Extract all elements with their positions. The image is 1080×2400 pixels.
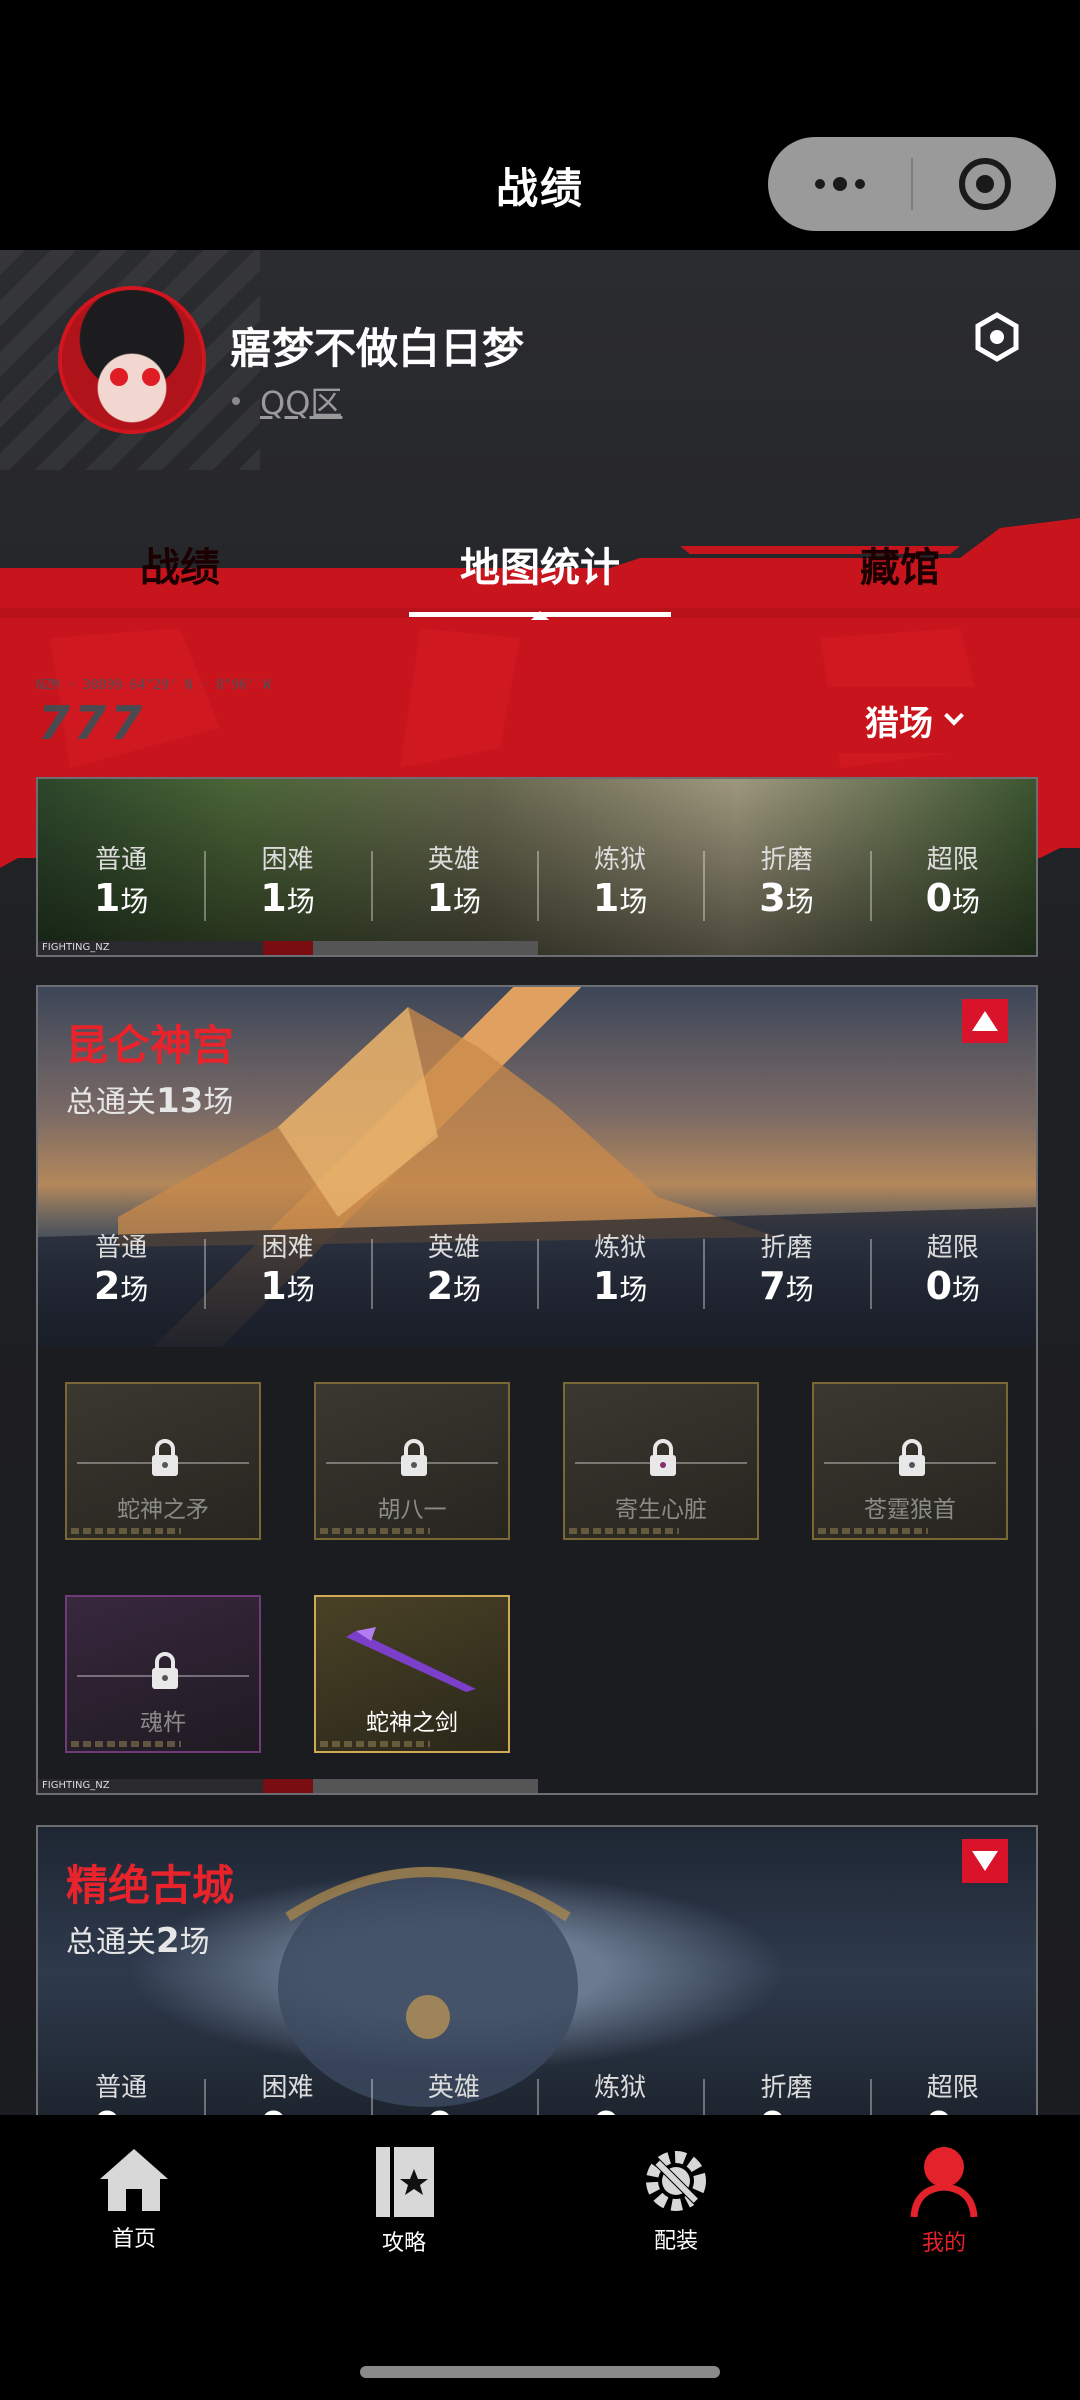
deco-sevens: 777 — [38, 696, 147, 750]
nav-guide[interactable]: 攻略 — [334, 2145, 474, 2257]
more-dot-icon — [854, 179, 865, 189]
map-card: 普通 1场 困难 1场 英雄 1场 炼狱 1场 折磨 3场 超限 0场 FIGHTING_N… — [36, 777, 1038, 957]
bullet-dot-icon — [232, 397, 240, 405]
stat-inferno: 炼狱 1场 — [536, 1227, 703, 1309]
lock-icon — [650, 1439, 676, 1476]
nav-label: 攻略 — [381, 2231, 426, 2256]
miniapp-capsule — [768, 137, 1056, 231]
nav-label: 首页 — [111, 2227, 156, 2252]
sword-icon — [346, 1627, 476, 1692]
stat-overlimit: 超限0场 — [869, 2067, 1036, 2115]
stat-normal: 普通0场 — [94, 2073, 148, 2115]
tab-bar: 战绩 地图统计 藏馆 — [0, 500, 1080, 625]
map-card-jingjue: 精绝古城 总通关2场 普通0场 困难0场 英雄0场 炼狱0场 折磨0场 超限0场 — [36, 1825, 1038, 2115]
item-name: 蛇神之矛 — [117, 1497, 209, 1523]
item-name: 魂杵 — [140, 1710, 186, 1736]
home-icon — [100, 2149, 168, 2211]
server-zone: QQ区 — [232, 378, 342, 424]
item-name: 蛇神之剑 — [366, 1710, 458, 1736]
expand-button[interactable] — [962, 1839, 1008, 1883]
stat-torment: 折磨 7场 — [703, 1227, 869, 1309]
bottom-nav: 首页 攻略 配装 我的 — [0, 2115, 1080, 2400]
stat-hard: 困难 1场 — [204, 839, 370, 921]
nav-label: 我的 — [921, 2231, 966, 2256]
map-total-clears: 总通关13场 — [66, 1081, 234, 1121]
collapse-button[interactable] — [962, 999, 1008, 1043]
stat-hero: 英雄0场 — [370, 2067, 537, 2115]
server-zone-link[interactable]: QQ区 — [260, 378, 342, 424]
nav-home[interactable]: 首页 — [64, 2145, 204, 2253]
target-circle-icon — [958, 158, 1011, 210]
collectible-item[interactable]: 苍霆狼首 — [812, 1382, 1008, 1540]
avatar[interactable] — [58, 286, 206, 434]
profile-icon — [910, 2147, 978, 2218]
stat-inferno: 炼狱 1场 — [536, 839, 703, 921]
dropdown-selected: 猎场 — [865, 703, 933, 744]
difficulty-stats: 普通0场 困难0场 英雄0场 炼狱0场 折磨0场 超限0场 — [38, 2067, 1036, 2115]
triangle-down-icon — [972, 1851, 998, 1871]
stat-hard: 困难0场 — [204, 2067, 370, 2115]
stat-inferno: 炼狱0场 — [536, 2067, 703, 2115]
nav-loadout[interactable]: 配装 — [606, 2145, 746, 2255]
top-bar: 战绩 — [0, 0, 1080, 250]
stat-torment: 折磨0场 — [703, 2067, 869, 2115]
triangle-up-icon — [972, 1011, 998, 1031]
collectible-item[interactable]: 寄生心脏 — [563, 1382, 759, 1540]
tab-map-stats[interactable]: 地图统计 — [360, 500, 720, 625]
mode-filter-dropdown[interactable]: 猎场 — [797, 687, 1029, 753]
nav-label: 配装 — [653, 2229, 698, 2254]
lock-icon — [152, 1439, 178, 1476]
lock-icon — [152, 1652, 178, 1689]
lock-icon — [401, 1439, 427, 1476]
stat-normal: 普通 1场 — [93, 845, 149, 920]
item-name: 胡八一 — [377, 1497, 447, 1523]
map-title: 昆仑神宫 — [66, 1021, 235, 1070]
more-menu-button[interactable] — [768, 137, 911, 231]
username: 寤梦不做白日梦 — [230, 324, 525, 373]
settings-hexagon-icon[interactable] — [972, 312, 1022, 362]
tab-collection[interactable]: 藏馆 — [720, 500, 1080, 625]
difficulty-stats: 普通 1场 困难 1场 英雄 1场 炼狱 1场 折磨 3场 超限 0场 — [38, 839, 1036, 921]
stat-normal: 普通 2场 — [93, 1233, 149, 1308]
stat-hero: 英雄 2场 — [370, 1227, 537, 1309]
more-dot-icon — [832, 177, 847, 191]
stat-overlimit: 超限0场 — [869, 839, 1036, 921]
difficulty-stats: 普通 2场 困难 1场 英雄 2场 炼狱 1场 折磨 7场 超限 0场 — [38, 1227, 1036, 1309]
loadout-gear-icon — [646, 2151, 706, 2211]
stat-torment: 折磨 3场 — [703, 839, 869, 921]
map-card-kunlun: 昆仑神宫 总通关13场 普通 2场 困难 1场 英雄 2场 炼狱 1场 折磨 7场 超限 0… — [36, 985, 1038, 1795]
collectible-item[interactable]: 胡八一 — [314, 1382, 510, 1540]
collectible-item[interactable]: 蛇神之剑 — [314, 1595, 510, 1753]
main-content[interactable]: 寤梦不做白日梦 QQ区 战绩 地图统计 藏馆 NZM · 38899 64°29… — [0, 250, 1080, 2115]
tab-record[interactable]: 战绩 — [0, 500, 360, 625]
item-name: 寄生心脏 — [615, 1497, 707, 1523]
guide-book-icon — [376, 2147, 434, 2217]
home-indicator[interactable] — [360, 2366, 720, 2378]
chevron-down-icon — [944, 705, 964, 726]
nav-profile[interactable]: 我的 — [874, 2145, 1014, 2257]
map-title: 精绝古城 — [66, 1861, 235, 1910]
close-miniapp-button[interactable] — [913, 137, 1056, 231]
fighting-tag: FIGHTING_NZ — [38, 1779, 538, 1793]
collectible-item[interactable]: 蛇神之矛 — [65, 1382, 261, 1540]
deco-coordinates: NZM · 38899 64°29' N · 8°96' W — [36, 678, 271, 693]
stat-hero: 英雄 1场 — [370, 839, 537, 921]
map-total-clears: 总通关2场 — [66, 1921, 210, 1961]
more-dot-icon — [814, 179, 825, 189]
lock-icon — [899, 1439, 925, 1476]
stat-hard: 困难 1场 — [204, 1227, 370, 1309]
stat-overlimit: 超限0场 — [869, 1227, 1036, 1309]
item-name: 苍霆狼首 — [864, 1497, 956, 1523]
fighting-tag: FIGHTING_NZ — [38, 941, 538, 955]
collectible-item[interactable]: 魂杵 — [65, 1595, 261, 1753]
